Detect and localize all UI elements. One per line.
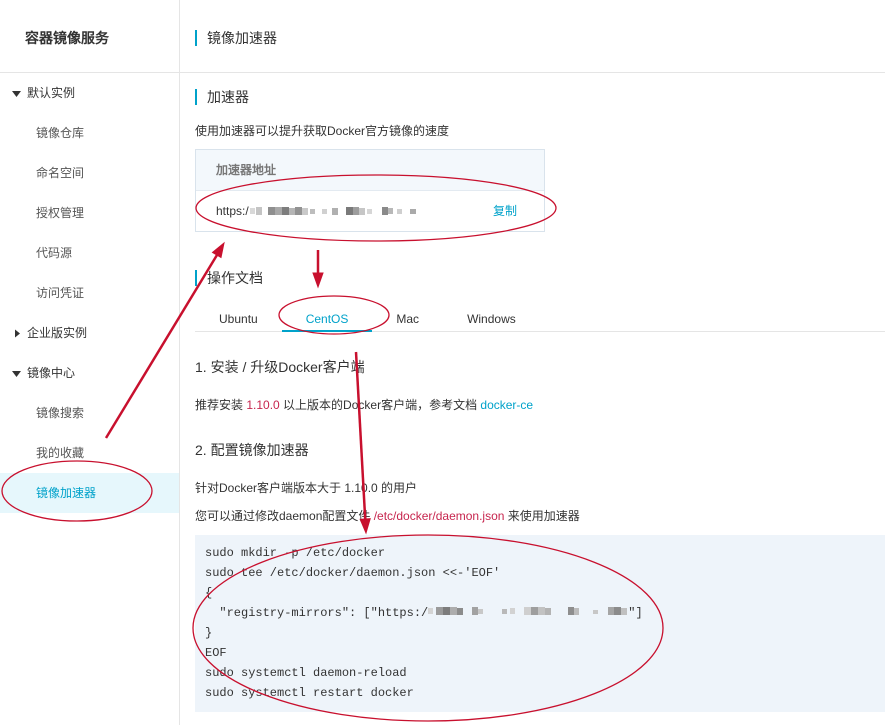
app-window: 容器镜像服务 默认实例 镜像仓库 命名空间 授权管理 代码源 访问凭证 企业版实… [0,0,885,725]
step2-line2-before: 您可以通过修改daemon配置文件 [195,509,374,523]
caret-down-icon [12,89,21,98]
sidebar-item-namespaces[interactable]: 命名空间 [0,153,179,193]
sidebar-item-code-source[interactable]: 代码源 [0,233,179,273]
step1-text-after: 以上版本的Docker客户端，参考文档 [279,398,481,412]
tab-centos[interactable]: CentOS [281,307,373,332]
code-line: sudo systemctl restart docker [205,686,414,700]
os-tabs: Ubuntu CentOS Mac Windows [195,307,885,332]
section-accent-bar [195,270,197,286]
sidebar-item-access-credentials[interactable]: 访问凭证 [0,273,179,313]
sidebar-group-default-instance[interactable]: 默认实例 [0,73,179,113]
docker-ce-link[interactable]: docker-ce [480,398,533,412]
address-header: 加速器地址 [196,150,544,191]
caret-right-icon [12,329,21,338]
tab-windows[interactable]: Windows [443,307,540,331]
sidebar-group-enterprise-instance[interactable]: 企业版实例 [0,313,179,353]
accelerator-url-text: https:/ [216,204,249,218]
sidebar-item-image-search[interactable]: 镜像搜索 [0,393,179,433]
code-block: sudo mkdir -p /etc/docker sudo tee /etc/… [195,535,885,712]
section-title-accelerator: 加速器 [207,89,249,105]
sidebar-group-label: 镜像中心 [27,366,76,380]
code-line-suffix: "] [628,606,643,620]
code-line-registry-mirrors: "registry-mirrors": ["https:/ "] [205,603,875,623]
step2-line2: 您可以通过修改daemon配置文件 /etc/docker/daemon.jso… [195,508,580,524]
docker-version: 1.10.0 [246,398,280,412]
accelerator-description: 使用加速器可以提升获取Docker官方镜像的速度 [195,124,450,138]
accelerator-url: https:/ [216,191,420,231]
caret-down-icon [12,369,21,378]
step1-title: 1. 安装 / 升级Docker客户端 [195,359,365,375]
sidebar-group-label: 企业版实例 [27,326,88,340]
step2-line1: 针对Docker客户端版本大于 1.10.0 的用户 [195,481,418,495]
code-line: sudo systemctl daemon-reload [205,666,407,680]
redacted-url-blur [249,207,416,215]
step2-line2-after: 来使用加速器 [504,509,580,523]
code-line: { [205,586,213,600]
code-line-text: "registry-mirrors": ["https:/ [205,606,429,620]
sidebar-item-favorites[interactable]: 我的收藏 [0,433,179,473]
sidebar-group-image-center[interactable]: 镜像中心 [0,353,179,393]
title-accent-bar [195,30,197,46]
code-line: EOF [205,646,227,660]
sidebar: 容器镜像服务 默认实例 镜像仓库 命名空间 授权管理 代码源 访问凭证 企业版实… [0,0,180,725]
code-line: } [205,626,213,640]
sidebar-title: 容器镜像服务 [0,0,179,73]
daemon-json-path: /etc/docker/daemon.json [373,509,505,523]
sidebar-group-label: 默认实例 [27,86,76,100]
step2-title: 2. 配置镜像加速器 [195,442,309,458]
sidebar-item-mirror-accelerator[interactable]: 镜像加速器 [0,473,179,513]
section-accent-bar [195,89,197,105]
copy-button[interactable]: 复制 [493,191,517,231]
code-line: sudo tee /etc/docker/daemon.json <<-'EOF… [205,566,501,580]
accelerator-address-box: 加速器地址 https:/ 复制 [195,149,545,232]
page-header: 镜像加速器 [180,0,885,73]
code-line: sudo mkdir -p /etc/docker [205,546,386,560]
tab-mac[interactable]: Mac [372,307,443,331]
sidebar-item-repositories[interactable]: 镜像仓库 [0,113,179,153]
step1-text-before: 推荐安装 [195,398,247,412]
redacted-url-blur [428,607,628,615]
step1-text: 推荐安装 1.10.0 以上版本的Docker客户端，参考文档 docker-c… [195,397,533,413]
tab-ubuntu[interactable]: Ubuntu [195,307,282,331]
address-row: https:/ 复制 [196,191,544,231]
section-title-docs: 操作文档 [207,270,263,286]
main-content: 镜像加速器 加速器 使用加速器可以提升获取Docker官方镜像的速度 加速器地址… [180,0,885,725]
page-title: 镜像加速器 [207,30,277,46]
sidebar-nav: 默认实例 镜像仓库 命名空间 授权管理 代码源 访问凭证 企业版实例 镜像中心 … [0,73,179,513]
sidebar-item-authorization[interactable]: 授权管理 [0,193,179,233]
